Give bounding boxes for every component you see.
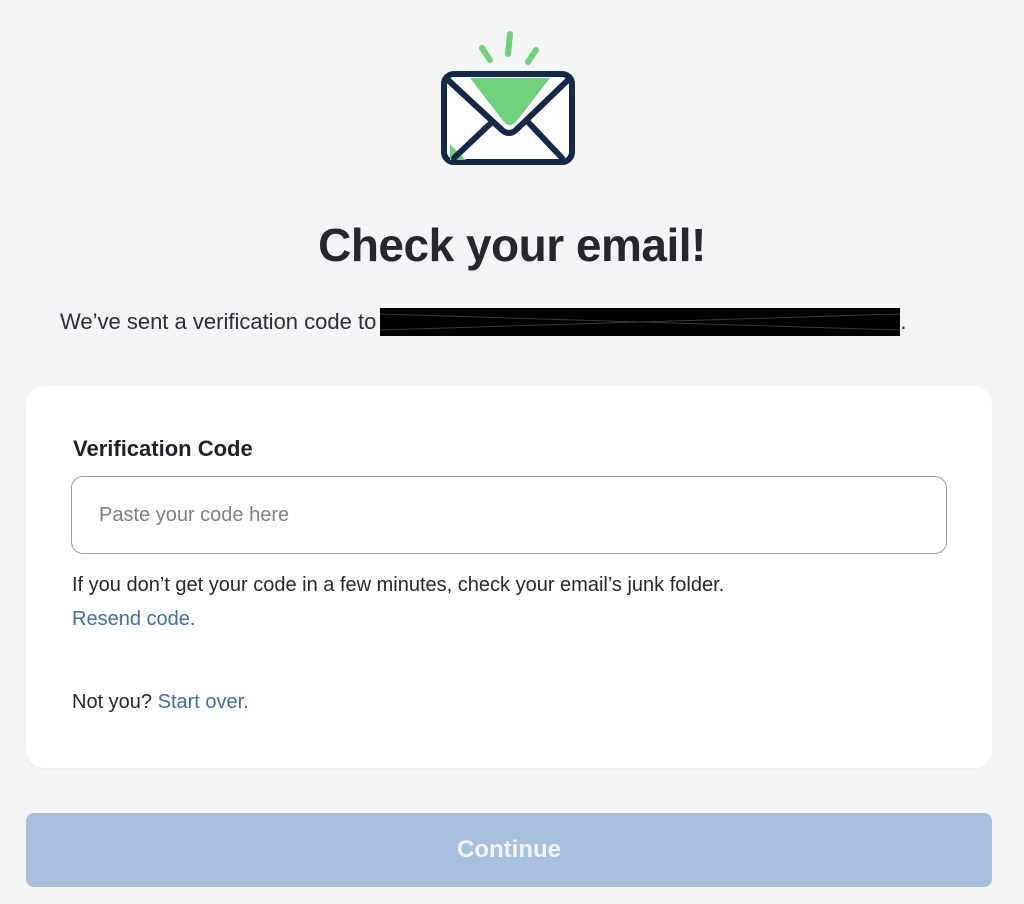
envelope-icon — [436, 26, 584, 174]
page-title: Check your email! — [318, 219, 706, 271]
start-over-link[interactable]: Start over. — [158, 691, 249, 713]
verification-card: Verification Code If you don’t get your … — [26, 386, 992, 768]
verification-code-input[interactable] — [71, 476, 947, 554]
sent-message-suffix: . — [900, 309, 907, 334]
sent-message-prefix: We’ve sent a verification code to — [60, 309, 377, 334]
not-you-text: Not you? — [72, 691, 158, 713]
continue-button[interactable]: Continue — [26, 813, 992, 887]
verification-code-label: Verification Code — [73, 436, 253, 461]
resend-code-link[interactable]: Resend code. — [72, 608, 195, 631]
sent-message: We’ve sent a verification code to . — [60, 308, 906, 336]
not-you-line: Not you? Start over. — [72, 691, 249, 714]
junk-folder-help-text: If you don’t get your code in a few minu… — [72, 574, 725, 596]
redacted-email — [380, 308, 901, 336]
